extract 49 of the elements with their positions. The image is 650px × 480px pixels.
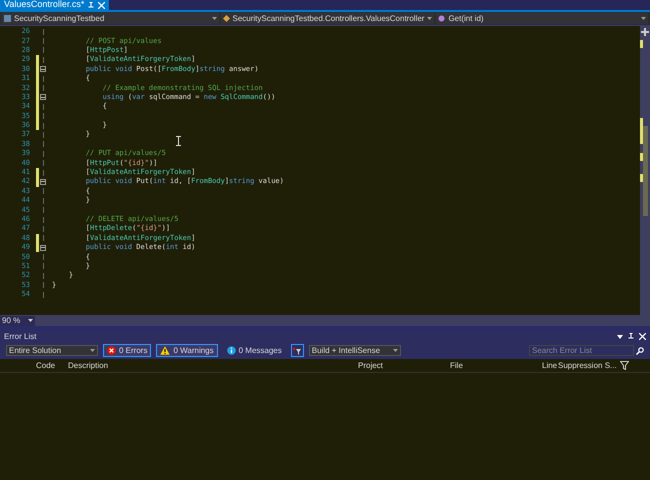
caret-icon bbox=[212, 17, 216, 20]
navigation-dropdown[interactable]: SecurityScanningTestbed bbox=[2, 13, 218, 24]
caret-icon[interactable] bbox=[617, 334, 623, 338]
text-cursor-icon bbox=[175, 136, 182, 146]
method-icon bbox=[438, 15, 446, 22]
column-header[interactable]: Suppression S... bbox=[558, 360, 618, 372]
navigation-dropdown[interactable]: SecurityScanningTestbed.Controllers.ValuesController bbox=[220, 13, 434, 24]
caret-icon bbox=[90, 349, 95, 352]
filter-icon[interactable] bbox=[620, 361, 629, 370]
error-icon bbox=[107, 346, 116, 355]
collapse-icon[interactable] bbox=[40, 244, 46, 251]
navigation-dropdown[interactable]: Get(int id) bbox=[436, 13, 648, 24]
info-icon bbox=[226, 346, 236, 355]
pin-icon[interactable] bbox=[628, 333, 634, 340]
column-header[interactable]: Line bbox=[542, 360, 558, 372]
change-marker bbox=[640, 118, 643, 144]
search-field[interactable]: Search Error List bbox=[529, 345, 634, 356]
filter-toggle-button[interactable] bbox=[290, 344, 304, 357]
filter-button[interactable]: 0 Messages bbox=[222, 344, 286, 357]
close-icon[interactable] bbox=[639, 333, 646, 340]
filter-icon bbox=[293, 346, 302, 354]
zoom-dropdown[interactable]: 90 % bbox=[0, 316, 36, 326]
column-header[interactable]: Project bbox=[358, 360, 450, 372]
change-marker bbox=[640, 153, 643, 161]
column-header[interactable]: Description bbox=[68, 360, 358, 372]
filter-button[interactable]: 0 Errors bbox=[103, 344, 152, 357]
change-marker bbox=[640, 174, 643, 182]
class-icon bbox=[222, 15, 230, 22]
scrollbar-thumb[interactable] bbox=[643, 126, 648, 216]
column-header[interactable]: Code bbox=[0, 360, 68, 372]
panel-title: Error List bbox=[4, 330, 36, 342]
collapse-icon[interactable] bbox=[40, 94, 46, 100]
source-dropdown[interactable]: Build + IntelliSense bbox=[308, 345, 401, 356]
split-icon[interactable] bbox=[641, 28, 649, 36]
project-icon bbox=[4, 15, 11, 22]
caret-icon bbox=[427, 17, 432, 20]
column-header[interactable]: File bbox=[450, 360, 542, 372]
vertical-scrollbar[interactable] bbox=[640, 26, 650, 315]
scope-dropdown[interactable]: Entire Solution bbox=[6, 345, 98, 356]
filter-button[interactable]: 0 Warnings bbox=[156, 344, 218, 357]
tab-title: ValuesController.cs* bbox=[4, 0, 84, 12]
collapse-icon[interactable] bbox=[40, 66, 46, 72]
caret-icon bbox=[641, 17, 646, 20]
collapse-icon[interactable] bbox=[40, 178, 46, 185]
search-icon[interactable] bbox=[636, 346, 644, 354]
change-marker bbox=[640, 40, 643, 48]
warning-icon bbox=[160, 346, 170, 355]
caret-icon bbox=[28, 319, 34, 322]
caret-icon bbox=[392, 349, 398, 352]
